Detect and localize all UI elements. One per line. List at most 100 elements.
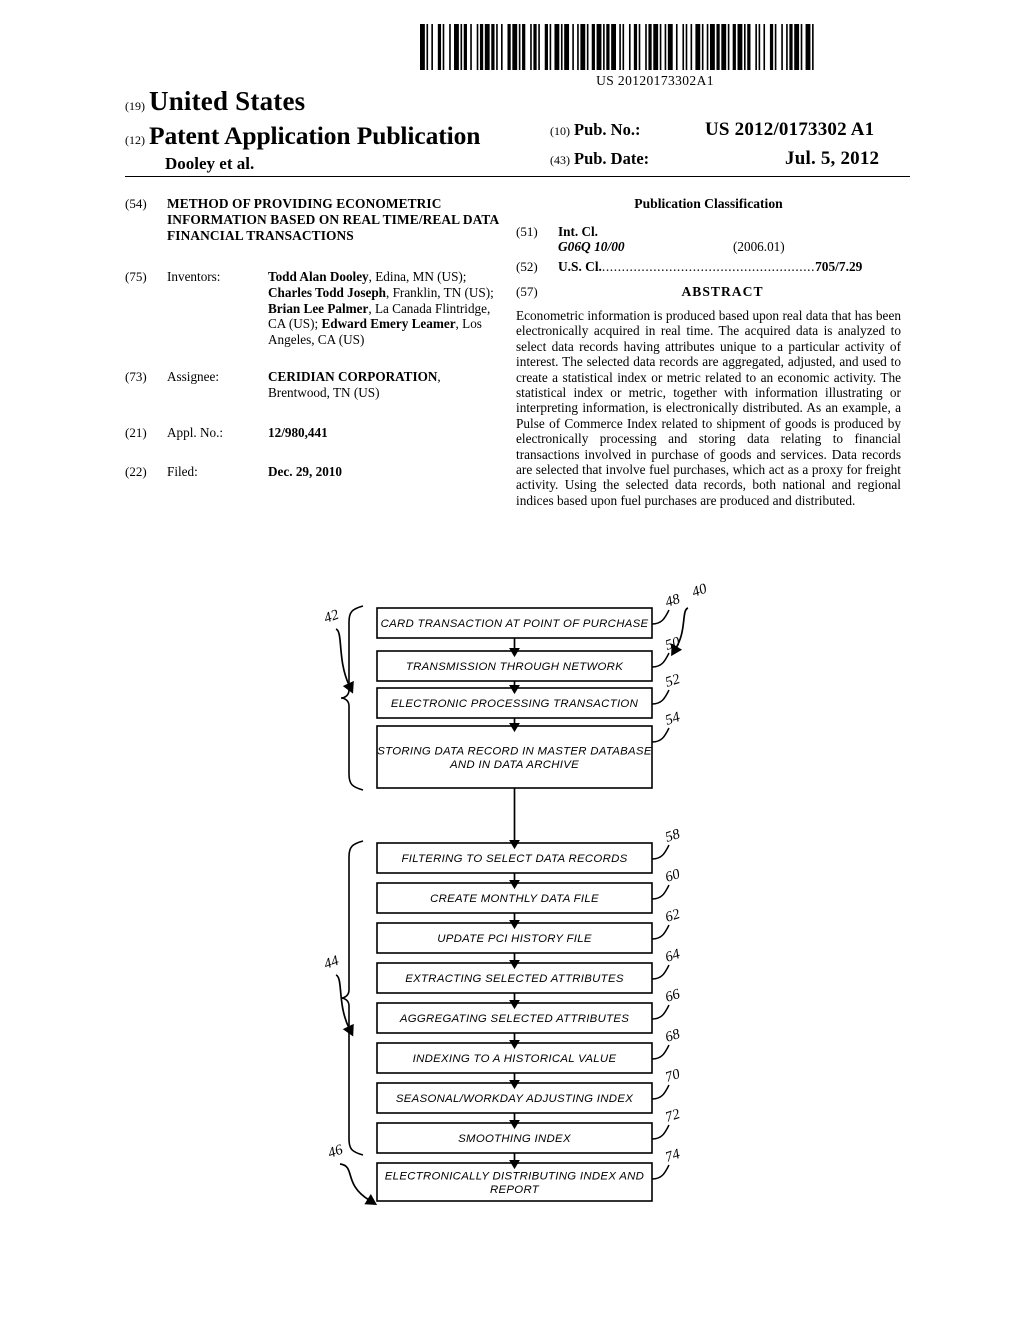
pub-date-value: Jul. 5, 2012: [785, 148, 880, 169]
bibliographic-right-column: Publication Classification (51) Int. Cl.…: [516, 196, 901, 508]
leader-line-50: [651, 652, 670, 668]
leader-line-52: [651, 689, 670, 705]
us-cl-label: U.S. Cl.: [558, 258, 602, 274]
field-abstract: (57) ABSTRACT: [516, 284, 901, 300]
field-assignee: (73) Assignee: CERIDIAN CORPORATION, Bre…: [125, 369, 505, 400]
flow-box-number-72: 72: [663, 1106, 682, 1126]
abstract-heading: ABSTRACT: [681, 284, 764, 300]
leader-line-72: [651, 1124, 670, 1140]
header-divider: [125, 176, 910, 177]
flow-box-number-48: 48: [663, 591, 682, 611]
flowchart-figure: CARD TRANSACTION AT POINT OF PURCHASE 48 T…: [0, 575, 1024, 1255]
int-cl-version: (2006.01): [733, 239, 785, 255]
flowchart-svg: CARD TRANSACTION AT POINT OF PURCHASE 48 T…: [322, 581, 710, 1206]
publication-number-line: (10) Pub. No.: US 2012/0173302 A1: [550, 119, 910, 140]
code-19: (19): [125, 99, 145, 113]
field-code-57: (57): [516, 284, 538, 300]
reference-label-42: 42: [322, 607, 341, 627]
flow-box-number-60: 60: [663, 866, 682, 886]
assignee-name: CERIDIAN CORPORATION: [268, 369, 438, 385]
flow-box-number-66: 66: [663, 986, 682, 1006]
code-43: (43): [550, 153, 570, 167]
inventors-label: Inventors:: [167, 269, 221, 285]
flow-box-label-54: STORING DATA RECORD IN MASTER DATABASE: [377, 745, 652, 757]
leader-line-60: [651, 884, 670, 900]
filed-label: Filed:: [167, 464, 198, 480]
leader-line-58: [651, 844, 670, 860]
invention-title: METHOD OF PROVIDING ECONOMETRIC INFORMAT…: [167, 196, 499, 243]
field-code-73: (73): [125, 369, 147, 385]
inventor-name: Charles Todd Joseph: [268, 284, 386, 300]
reference-pointer-42: [335, 628, 354, 694]
flow-box-number-70: 70: [663, 1066, 682, 1086]
reference-label-44: 44: [322, 953, 341, 973]
flow-box-label-58: FILTERING TO SELECT DATA RECORDS: [401, 853, 627, 865]
bracket-42: [340, 605, 364, 791]
leader-line-48: [651, 609, 670, 625]
flow-box-label-74: REPORT: [490, 1184, 540, 1196]
field-title: (54) METHOD OF PROVIDING ECONOMETRIC INF…: [125, 196, 505, 243]
flow-box-label-48: CARD TRANSACTION AT POINT OF PURCHASE: [381, 618, 649, 630]
flow-box-number-52: 52: [663, 671, 682, 691]
field-int-cl: (51) Int. Cl. G06Q 10/00 (2006.01): [516, 224, 901, 255]
country-line: (19) United States: [125, 86, 910, 117]
field-code-22: (22): [125, 464, 147, 480]
flow-box-label-74: ELECTRONICALLY DISTRIBUTING INDEX AND: [385, 1170, 644, 1182]
flow-box-number-64: 64: [663, 946, 682, 966]
flow-box-number-68: 68: [663, 1026, 682, 1046]
inventor-name: Brian Lee Palmer: [268, 300, 369, 316]
reference-label-46: 46: [326, 1142, 346, 1162]
flow-box-number-74: 74: [663, 1146, 682, 1166]
us-cl-leader-dots: ........................................…: [601, 258, 816, 274]
leader-line-74: [651, 1164, 670, 1180]
flow-box-label-66: AGGREGATING SELECTED ATTRIBUTES: [399, 1013, 629, 1025]
us-cl-value: 705/7.29: [815, 258, 863, 274]
pub-no-label: Pub. No.:: [574, 120, 641, 139]
bracket-44: [340, 840, 364, 1156]
abstract-text: Econometric information is produced base…: [516, 307, 901, 508]
assignee-value: CERIDIAN CORPORATION, Brentwood, TN (US): [268, 369, 505, 400]
flow-box-number-54: 54: [663, 709, 682, 729]
inventor-name: Edward Emery Leamer: [321, 316, 456, 332]
field-inventors: (75) Inventors: Todd Alan Dooley, Edina,…: [125, 269, 505, 347]
field-code-21: (21): [125, 424, 147, 440]
pub-no-value: US 2012/0173302 A1: [705, 119, 875, 140]
publication-classification-heading: Publication Classification: [634, 196, 783, 211]
inventor-name: Todd Alan Dooley: [268, 269, 369, 285]
code-12: (12): [125, 133, 145, 147]
field-code-75: (75): [125, 269, 147, 285]
field-filed: (22) Filed: Dec. 29, 2010: [125, 464, 505, 480]
flow-box-label-68: INDEXING TO A HISTORICAL VALUE: [413, 1053, 617, 1065]
reference-label-40: 40: [690, 581, 710, 601]
leader-line-68: [651, 1044, 670, 1060]
flow-box-number-62: 62: [663, 906, 682, 926]
reference-pointer-46: [339, 1163, 378, 1206]
appl-no-label: Appl. No.:: [167, 424, 224, 440]
leader-line-64: [651, 964, 670, 980]
field-code-54: (54): [125, 196, 147, 211]
leader-line-54: [651, 727, 670, 743]
leader-line-62: [651, 924, 670, 940]
flow-box-label-54: AND IN DATA ARCHIVE: [449, 759, 579, 771]
flow-box-number-58: 58: [663, 826, 682, 846]
flow-box-label-52: ELECTRONIC PROCESSING TRANSACTION: [391, 698, 639, 710]
document-type: Patent Application Publication: [149, 121, 481, 150]
leader-line-66: [651, 1004, 670, 1020]
inventor-location: , Franklin, TN (US);: [386, 284, 494, 300]
flow-box-label-70: SEASONAL/WORKDAY ADJUSTING INDEX: [396, 1093, 633, 1105]
publication-date-line: (43) Pub. Date: Jul. 5, 2012: [550, 148, 910, 169]
appl-no-value: 12/980,441: [268, 424, 328, 440]
country-name: United States: [149, 86, 306, 116]
int-cl-label: Int. Cl.: [558, 223, 598, 239]
inventors-list: Todd Alan Dooley, Edina, MN (US); Charle…: [268, 269, 505, 347]
assignee-label: Assignee:: [167, 369, 220, 385]
code-10: (10): [550, 124, 570, 138]
field-appl-no: (21) Appl. No.: 12/980,441: [125, 425, 505, 441]
barcode-image: [420, 24, 814, 70]
leader-line-70: [651, 1084, 670, 1100]
pub-date-label: Pub. Date:: [574, 149, 650, 168]
filed-value: Dec. 29, 2010: [268, 464, 342, 480]
field-code-51: (51): [516, 223, 538, 239]
field-us-cl: (52) U.S. Cl............................…: [516, 259, 901, 275]
flow-box-label-64: EXTRACTING SELECTED ATTRIBUTES: [405, 973, 624, 985]
